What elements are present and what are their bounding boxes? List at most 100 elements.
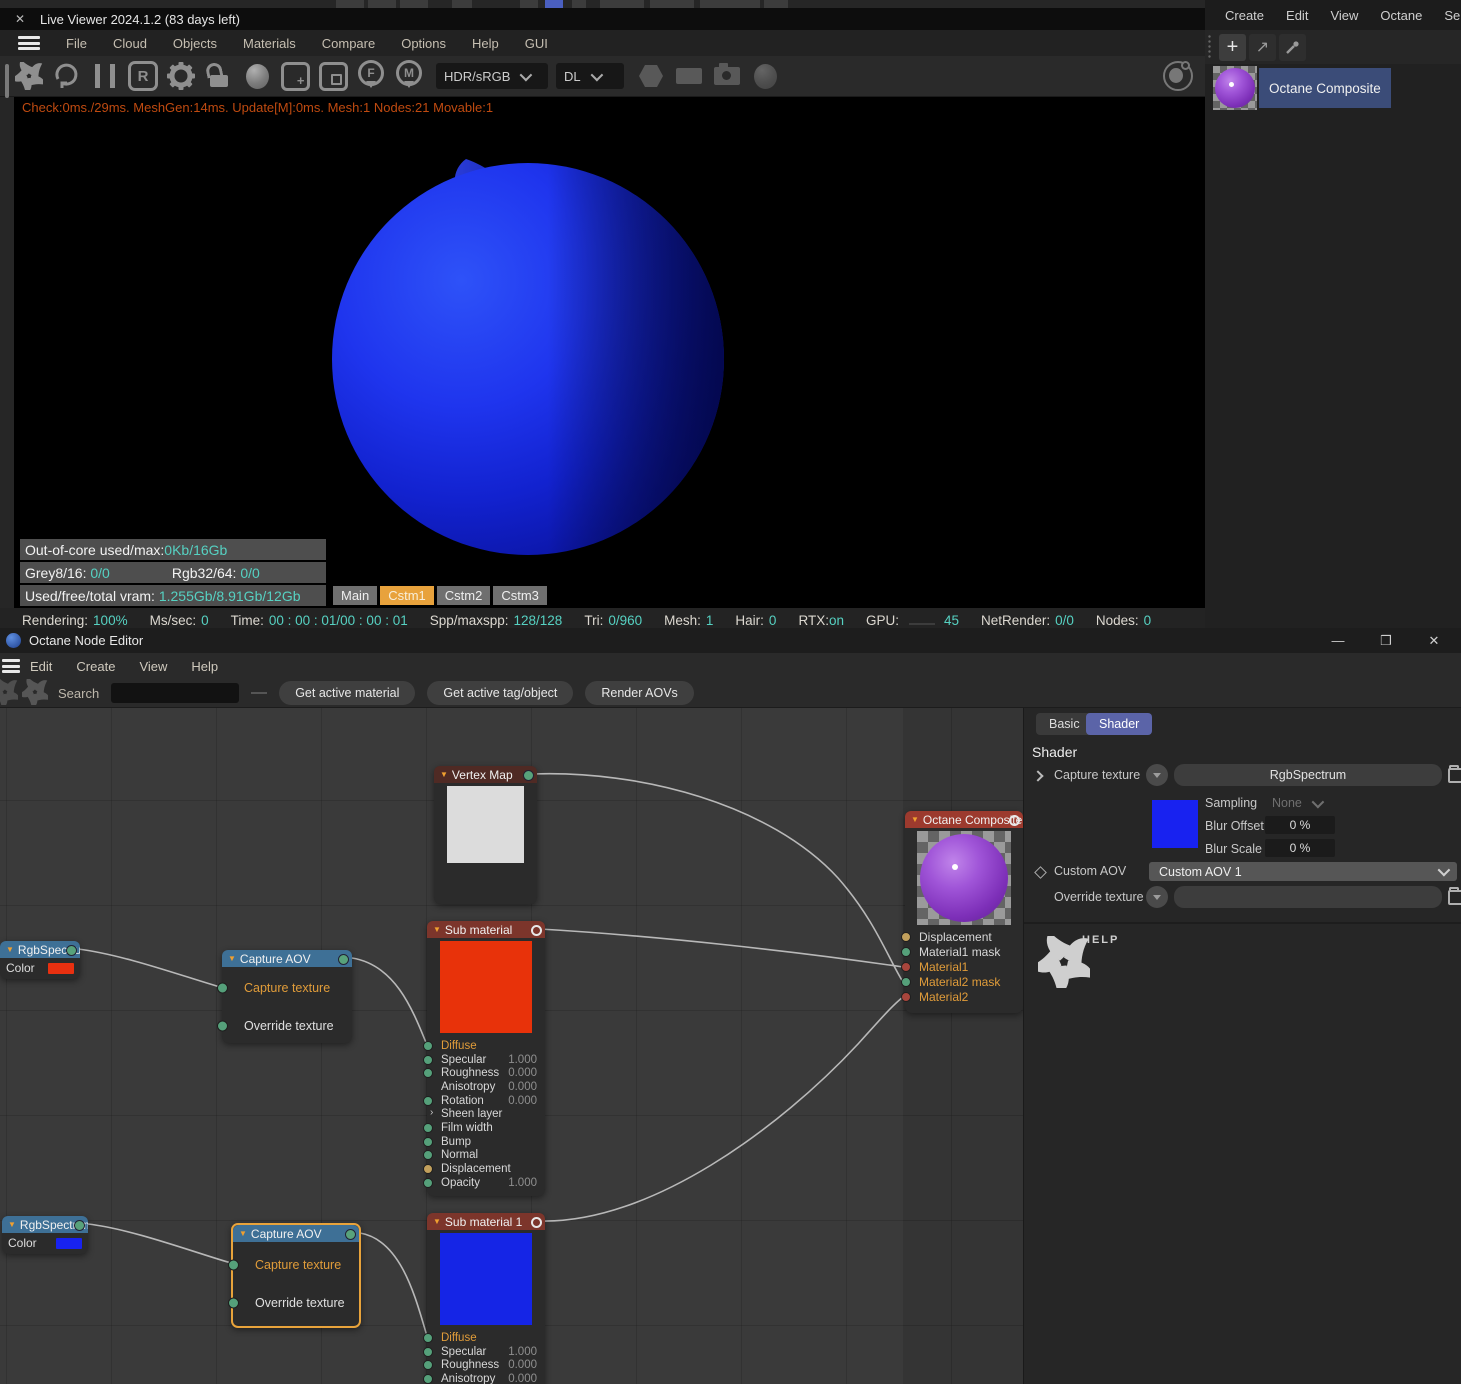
get-active-material-button[interactable]: Get active material [279, 681, 416, 705]
blue-color-swatch[interactable] [56, 1237, 82, 1249]
output-port[interactable] [74, 1220, 85, 1231]
menu-view[interactable]: View [1330, 8, 1358, 23]
input-port[interactable] [423, 1150, 433, 1161]
refresh-icon[interactable] [50, 60, 84, 92]
close-button[interactable]: ✕ [1411, 628, 1457, 653]
output-port[interactable] [66, 945, 77, 956]
menu-help[interactable]: Help [191, 659, 218, 674]
node-vertex-map[interactable]: Vertex Map [434, 766, 537, 904]
settings-gear-icon[interactable] [164, 60, 198, 92]
override-texture-field[interactable] [1174, 886, 1442, 908]
input-port[interactable] [423, 1177, 433, 1188]
menu-select[interactable]: Select [1444, 8, 1461, 23]
camera-icon[interactable] [710, 60, 744, 92]
menu-materials[interactable]: Materials [243, 36, 296, 51]
add-region-icon[interactable]: + [278, 60, 312, 92]
output-port[interactable] [338, 954, 349, 965]
input-port[interactable] [901, 931, 911, 942]
collapse-icon[interactable] [8, 1220, 16, 1229]
input-port[interactable] [901, 977, 911, 988]
tab-cstm2[interactable]: Cstm2 [436, 586, 491, 605]
node-sub-material-1[interactable]: Sub material 1 Diffuse Specular1.000 Rou… [423, 1213, 545, 1384]
sampling-dropdown[interactable]: None [1272, 795, 1325, 810]
menu-edit[interactable]: Edit [30, 659, 52, 674]
output-port[interactable] [1009, 815, 1020, 826]
input-port[interactable] [423, 1360, 433, 1371]
output-port[interactable] [531, 1217, 542, 1228]
node-rgbspectrum-blue[interactable]: RgbSpectrum Color [2, 1216, 88, 1254]
menu-view[interactable]: View [139, 659, 167, 674]
add-material-button[interactable]: + [1219, 33, 1246, 61]
tab-cstm3[interactable]: Cstm3 [493, 586, 547, 605]
output-port[interactable] [523, 770, 534, 781]
input-port[interactable] [423, 1095, 433, 1106]
input-port[interactable] [217, 982, 228, 994]
material-pick-icon[interactable]: M [392, 60, 426, 92]
input-port[interactable] [423, 1332, 433, 1343]
input-port[interactable] [217, 1020, 228, 1032]
input-port[interactable] [423, 1054, 433, 1065]
input-port[interactable] [228, 1297, 239, 1309]
input-port[interactable] [423, 1136, 433, 1147]
collapse-icon[interactable] [440, 770, 448, 779]
blur-scale-field[interactable]: 0 % [1265, 839, 1335, 857]
tab-basic[interactable]: Basic [1036, 713, 1093, 735]
menu-create[interactable]: Create [76, 659, 115, 674]
capture-texture-pin[interactable]: Capture texture [244, 981, 330, 995]
folder-icon[interactable] [1448, 765, 1461, 783]
close-icon[interactable]: ✕ [0, 12, 40, 26]
expand-icon[interactable]: › [430, 1107, 433, 1118]
maximize-button[interactable]: ❒ [1363, 628, 1409, 653]
capture-texture-pin[interactable]: Capture texture [255, 1258, 341, 1272]
hamburger-icon[interactable] [2, 659, 20, 673]
assign-arrow-icon[interactable]: ↗ [1249, 33, 1276, 61]
capture-texture-value[interactable]: RgbSpectrum [1174, 764, 1442, 786]
node-capture-aov-1[interactable]: Capture AOV Capture texture Override tex… [217, 950, 352, 1043]
tab-cstm1[interactable]: Cstm1 [380, 586, 434, 605]
dl-dropdown[interactable]: DL [556, 63, 624, 89]
menu-file[interactable]: File [66, 36, 87, 51]
sub-region-icon[interactable] [316, 60, 350, 92]
get-active-tag-button[interactable]: Get active tag/object [427, 681, 574, 705]
collapse-icon[interactable] [6, 945, 14, 954]
menu-gui[interactable]: GUI [525, 36, 548, 51]
expand-icon[interactable] [1032, 770, 1044, 782]
node-graph-canvas[interactable]: Vertex Map RgbSpectrum Color Capture AOV [0, 708, 1023, 1384]
lock-icon[interactable] [202, 60, 236, 92]
input-port[interactable] [423, 1040, 433, 1051]
input-port[interactable] [901, 961, 911, 972]
menu-options[interactable]: Options [401, 36, 446, 51]
material-thumbnail[interactable] [1213, 66, 1257, 110]
drag-handle[interactable] [1207, 34, 1213, 60]
blur-offset-field[interactable]: 0 % [1265, 816, 1335, 834]
eyedropper-icon[interactable] [1279, 33, 1306, 61]
scrollbar-thumb[interactable] [5, 64, 9, 98]
collapse-icon[interactable] [433, 1217, 441, 1226]
material-name-label[interactable]: Octane Composite [1259, 68, 1391, 108]
custom-aov-dropdown[interactable]: Custom AOV 1 [1149, 862, 1457, 881]
render-viewport[interactable]: Check:0ms./29ms. MeshGen:14ms. Update[M]… [14, 97, 1205, 608]
input-port[interactable] [423, 1068, 433, 1079]
input-port[interactable] [901, 946, 911, 957]
menu-edit[interactable]: Edit [1286, 8, 1308, 23]
texture-type-dropdown[interactable] [1146, 886, 1168, 908]
input-port[interactable] [423, 1122, 433, 1133]
menu-create[interactable]: Create [1225, 8, 1264, 23]
menu-compare[interactable]: Compare [322, 36, 375, 51]
input-port[interactable] [423, 1346, 433, 1357]
tab-main[interactable]: Main [333, 586, 378, 605]
override-texture-pin[interactable]: Override texture [255, 1296, 345, 1310]
menu-help[interactable]: Help [472, 36, 499, 51]
node-capture-aov-2-selected[interactable]: Capture AOV Capture texture Override tex… [228, 1223, 361, 1328]
plane-icon[interactable] [672, 60, 706, 92]
collapse-icon[interactable] [228, 954, 236, 963]
tab-shader[interactable]: Shader [1086, 713, 1153, 735]
region-render-icon[interactable]: R [126, 60, 160, 92]
menu-objects[interactable]: Objects [173, 36, 217, 51]
input-port[interactable] [901, 992, 911, 1003]
collapse-icon[interactable] [911, 815, 919, 824]
octane-help-logo[interactable]: HELP [1030, 931, 1117, 996]
output-port[interactable] [345, 1229, 356, 1240]
octane-logo-icon[interactable] [12, 60, 46, 92]
output-port[interactable] [531, 925, 542, 936]
